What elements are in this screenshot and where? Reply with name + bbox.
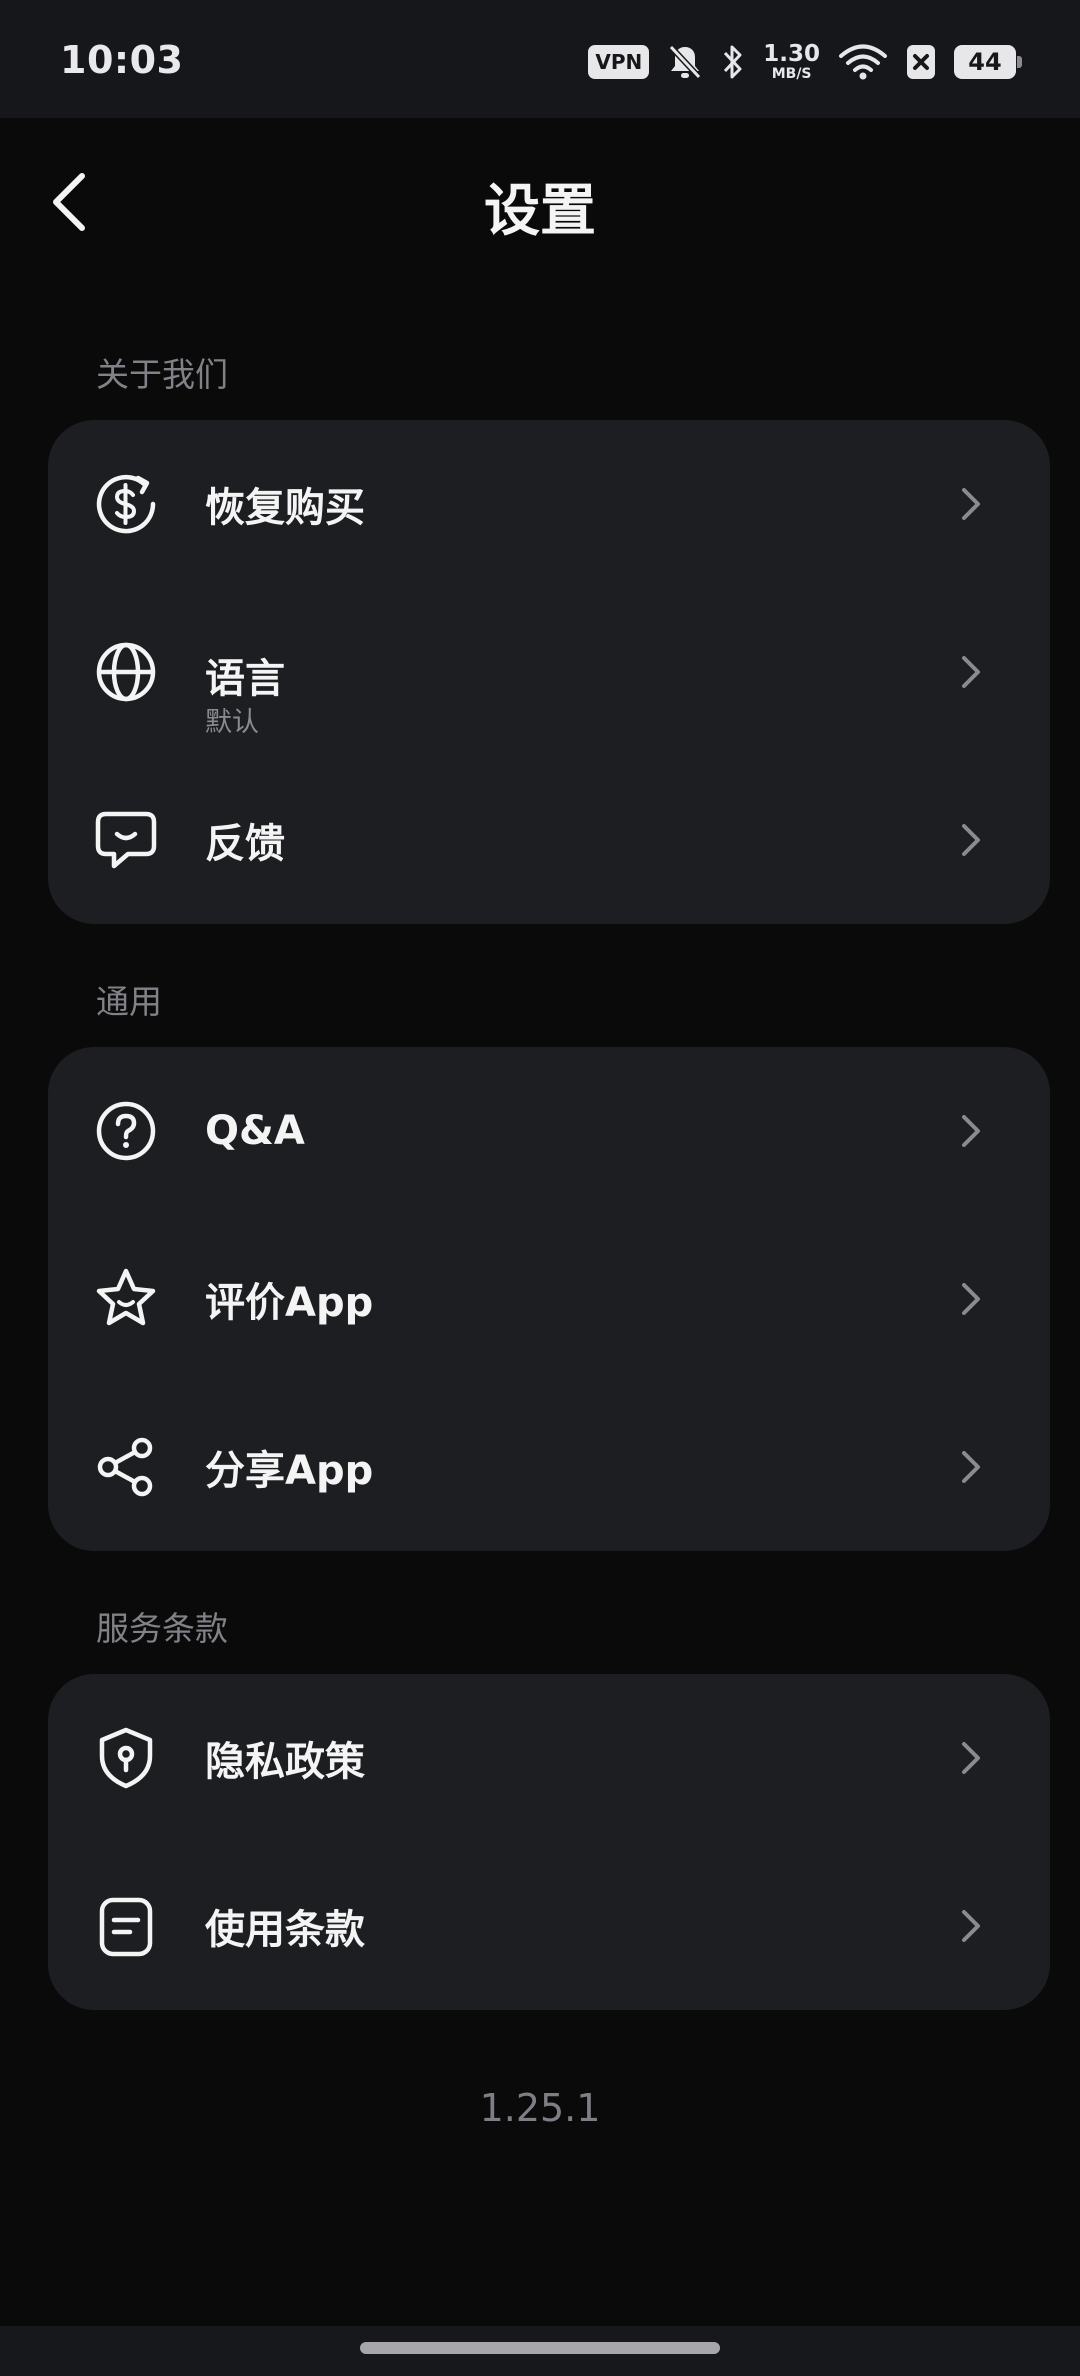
row-sub-label: 默认 — [205, 707, 259, 738]
chevron-right-icon — [962, 1115, 980, 1147]
chevron-right-icon — [962, 656, 980, 688]
app-version: 1.25.1 — [479, 2086, 601, 2130]
section-label-about: 关于我们 — [96, 355, 228, 394]
card-about: 恢复购买 语言 默认 反馈 — [48, 420, 1050, 924]
row-terms-of-use[interactable]: 使用条款 — [48, 1842, 1050, 2010]
row-language[interactable]: 语言 默认 — [48, 588, 1050, 756]
bluetooth-icon — [724, 45, 742, 79]
row-qa[interactable]: Q&A — [48, 1047, 1050, 1215]
section-label-terms: 服务条款 — [96, 1609, 228, 1648]
wifi-icon — [839, 44, 887, 80]
card-terms: 隐私政策 使用条款 — [48, 1674, 1050, 2010]
section-label-general: 通用 — [96, 982, 162, 1021]
document-icon — [99, 1897, 153, 1957]
page-title: 设置 — [484, 179, 596, 244]
speed-unit: MB/S — [771, 66, 812, 82]
row-label: 反馈 — [205, 821, 285, 867]
feedback-icon — [95, 811, 157, 869]
chevron-right-icon — [962, 1283, 980, 1315]
row-feedback[interactable]: 反馈 — [48, 756, 1050, 924]
row-rate-app[interactable]: 评价App — [48, 1215, 1050, 1383]
restore-purchase-icon — [96, 474, 156, 534]
row-label: 语言 — [205, 656, 285, 702]
chevron-right-icon — [962, 824, 980, 856]
share-icon — [97, 1437, 153, 1497]
star-icon — [96, 1268, 156, 1326]
chevron-right-icon — [962, 488, 980, 520]
row-label: 使用条款 — [205, 1907, 365, 1953]
chevron-right-icon — [962, 1742, 980, 1774]
network-speed: 1.30 MB/S — [763, 41, 820, 82]
globe-icon — [96, 642, 156, 702]
status-time: 10:03 — [60, 38, 184, 82]
sim-x-icon — [907, 45, 935, 79]
row-label: Q&A — [205, 1108, 305, 1154]
row-label: 恢复购买 — [205, 485, 365, 531]
status-bar: 10:03 VPN 1.30 MB/S 44 — [0, 0, 1080, 118]
bell-muted-icon — [669, 44, 702, 80]
vpn-badge: VPN — [588, 45, 650, 79]
row-share-app[interactable]: 分享App — [48, 1383, 1050, 1551]
battery-indicator: 44 — [954, 45, 1022, 79]
shield-icon — [99, 1727, 153, 1789]
chevron-right-icon — [962, 1451, 980, 1483]
row-restore-purchase[interactable]: 恢复购买 — [48, 420, 1050, 588]
home-indicator[interactable] — [360, 2342, 720, 2354]
row-privacy-policy[interactable]: 隐私政策 — [48, 1674, 1050, 1842]
row-label: 隐私政策 — [205, 1739, 365, 1785]
card-general: Q&A 评价App 分享App — [48, 1047, 1050, 1551]
status-icons: VPN 1.30 MB/S 44 — [588, 40, 1022, 84]
row-label: 评价App — [205, 1280, 374, 1326]
chevron-right-icon — [962, 1910, 980, 1942]
speed-value: 1.30 — [763, 41, 820, 67]
question-icon — [96, 1101, 156, 1161]
row-label: 分享App — [205, 1448, 374, 1494]
